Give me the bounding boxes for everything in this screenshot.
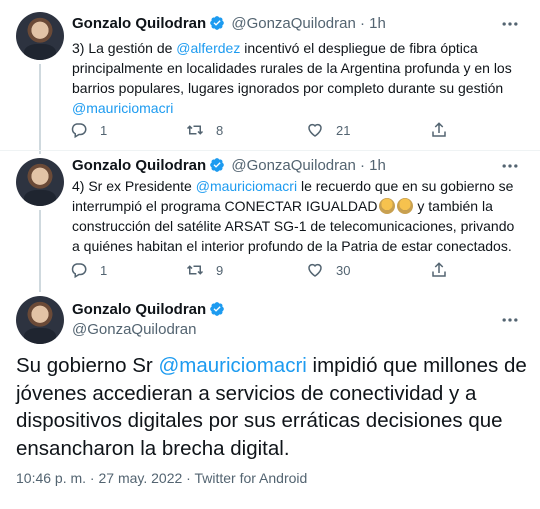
text-segment: 3) La gestión de	[72, 40, 177, 56]
tweet-time[interactable]: 1h	[369, 157, 386, 174]
tweet-2[interactable]: Gonzalo Quilodran @GonzaQuilodran · 1h 4…	[0, 150, 540, 292]
reply-count: 1	[100, 122, 108, 138]
tweet-text: 3) La gestión de @alferdez incentivó el …	[72, 38, 520, 118]
tweet-1[interactable]: Gonzalo Quilodran @GonzaQuilodran · 1h 3…	[0, 0, 540, 154]
avatar[interactable]	[16, 296, 64, 344]
more-options-icon[interactable]	[500, 310, 520, 330]
author-name[interactable]: Gonzalo Quilodran	[72, 15, 206, 32]
main-tweet-text: Su gobierno Sr @mauriciomacri impidió qu…	[16, 352, 528, 462]
like-icon	[306, 121, 324, 139]
more-options-icon[interactable]	[500, 156, 520, 176]
reply-button[interactable]: 1	[70, 120, 107, 140]
share-button[interactable]	[430, 120, 448, 140]
share-icon	[430, 121, 448, 139]
separator: ·	[359, 15, 365, 32]
verified-icon	[209, 15, 225, 31]
tweet-time[interactable]: 1h	[369, 15, 386, 32]
retweet-count: 9	[216, 262, 224, 278]
avatar[interactable]	[16, 12, 64, 60]
retweet-button[interactable]: 9	[186, 260, 223, 280]
text-segment: Su gobierno Sr	[16, 354, 159, 377]
reply-icon	[70, 121, 88, 139]
retweet-icon	[186, 121, 204, 139]
retweet-icon	[186, 261, 204, 279]
tweet-header: Gonzalo Quilodran @GonzaQuilodran · 1h	[72, 14, 386, 34]
mention-link[interactable]: @mauriciomacri	[72, 100, 173, 116]
tweet-actions: 1 9 30	[66, 260, 466, 280]
tweet-timestamp[interactable]: 10:46 p. m. · 27 may. 2022 · Twitter for…	[16, 470, 307, 486]
like-button[interactable]: 21	[306, 120, 350, 140]
separator: ·	[359, 157, 365, 174]
retweet-button[interactable]: 8	[186, 120, 223, 140]
verified-icon	[209, 157, 225, 173]
tweet-header: Gonzalo Quilodran @GonzaQuilodran · 1h	[72, 156, 386, 176]
like-icon	[306, 261, 324, 279]
avatar[interactable]	[16, 158, 64, 206]
share-button[interactable]	[430, 260, 448, 280]
verified-icon	[209, 301, 225, 317]
thread-line	[39, 210, 41, 292]
author-handle[interactable]: @GonzaQuilodran	[72, 321, 196, 338]
like-count: 30	[336, 262, 351, 278]
author-handle-line: @GonzaQuilodran	[72, 320, 196, 340]
mention-link[interactable]: @mauriciomacri	[158, 354, 306, 377]
text-segment: 4) Sr ex Presidente	[72, 178, 196, 194]
author-name[interactable]: Gonzalo Quilodran	[72, 157, 206, 174]
student-emoji	[378, 198, 395, 214]
thread-line	[39, 64, 41, 154]
reply-count: 1	[100, 262, 108, 278]
retweet-count: 8	[216, 122, 224, 138]
like-count: 21	[336, 122, 351, 138]
tweet-header: Gonzalo Quilodran	[72, 300, 227, 320]
tweet-actions: 1 8 21	[66, 120, 466, 140]
mention-link[interactable]: @mauriciomacri	[196, 178, 297, 194]
tweet-text: 4) Sr ex Presidente @mauriciomacri le re…	[72, 176, 520, 256]
like-button[interactable]: 30	[306, 260, 350, 280]
reply-icon	[70, 261, 88, 279]
mention-link[interactable]: @alferdez	[176, 40, 240, 56]
author-name[interactable]: Gonzalo Quilodran	[72, 301, 206, 318]
reply-button[interactable]: 1	[70, 260, 107, 280]
author-handle[interactable]: @GonzaQuilodran	[231, 157, 355, 174]
share-icon	[430, 261, 448, 279]
more-options-icon[interactable]	[500, 14, 520, 34]
author-handle[interactable]: @GonzaQuilodran	[231, 15, 355, 32]
student-emoji	[396, 198, 413, 214]
